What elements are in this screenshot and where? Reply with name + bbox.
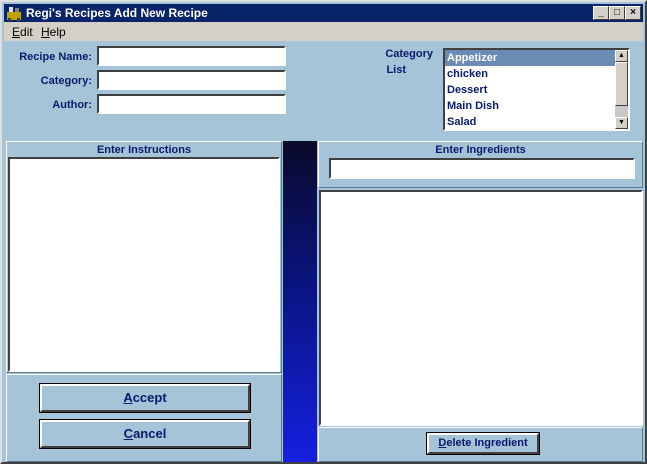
cancel-button[interactable]: Cancel	[39, 419, 251, 449]
author-label: Author:	[52, 99, 92, 111]
minimize-button[interactable]: _	[593, 6, 609, 20]
ingredients-header: Enter Ingredients	[435, 144, 526, 156]
accept-button[interactable]: Accept	[39, 383, 251, 413]
list-item[interactable]: Dessert	[445, 82, 628, 98]
title-bar[interactable]: Regi's Recipes Add New Recipe _ □ ×	[4, 4, 643, 22]
category-scrollbar[interactable]: ▲ ▼	[615, 50, 628, 129]
panel-divider	[283, 141, 317, 462]
author-input[interactable]	[97, 94, 286, 114]
minimize-icon: _	[598, 7, 604, 18]
maximize-icon: □	[613, 7, 621, 18]
recipe-name-label: Recipe Name:	[19, 51, 92, 63]
delete-ingredient-button[interactable]: Delete Ingredient	[426, 432, 540, 455]
instructions-header: Enter Instructions	[96, 144, 192, 156]
category-list-label-2: List	[386, 64, 406, 76]
window-title: Regi's Recipes Add New Recipe	[26, 6, 208, 20]
recipe-name-input[interactable]	[97, 46, 286, 66]
instructions-textarea[interactable]	[8, 157, 280, 372]
menu-edit[interactable]: Edit	[12, 25, 33, 39]
category-label: Category:	[40, 75, 92, 87]
scroll-down-icon[interactable]: ▼	[615, 117, 628, 129]
category-input[interactable]	[97, 70, 286, 90]
app-window: Regi's Recipes Add New Recipe _ □ × Edit…	[0, 0, 647, 464]
list-item[interactable]: Appetizer	[445, 50, 628, 66]
category-list-label-1: Category	[385, 48, 433, 60]
app-icon	[7, 7, 21, 21]
menu-bar: Edit Help	[4, 22, 643, 41]
ingredients-listbox[interactable]	[319, 190, 643, 426]
scroll-thumb[interactable]	[615, 62, 628, 106]
close-button[interactable]: ×	[625, 6, 641, 20]
category-listbox[interactable]: Appetizer chicken Dessert Main Dish Sala…	[443, 48, 630, 131]
list-item[interactable]: Salad	[445, 114, 628, 129]
list-item[interactable]: Main Dish	[445, 98, 628, 114]
menu-help[interactable]: Help	[41, 25, 66, 39]
ingredient-input[interactable]	[329, 158, 635, 179]
maximize-button[interactable]: □	[609, 6, 625, 20]
scroll-up-icon[interactable]: ▲	[615, 50, 628, 62]
close-icon: ×	[630, 7, 636, 18]
list-item[interactable]: chicken	[445, 66, 628, 82]
